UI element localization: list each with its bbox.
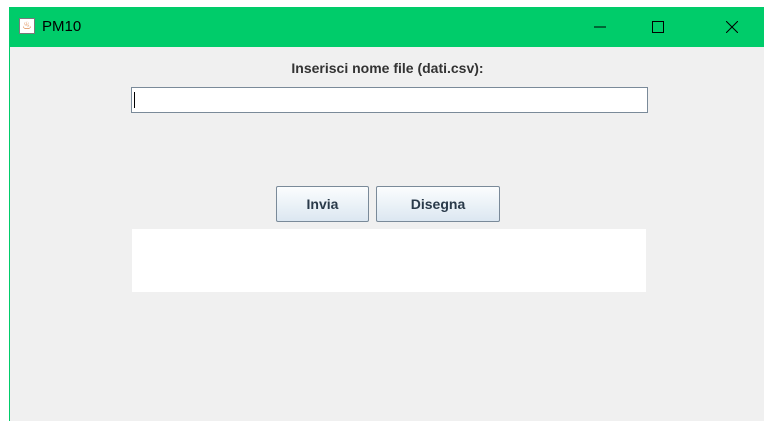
maximize-button[interactable] [635, 7, 681, 47]
text-caret [134, 92, 135, 108]
draw-button[interactable]: Disegna [376, 186, 500, 222]
filename-prompt-label: Inserisci nome file (dati.csv): [291, 60, 484, 76]
close-icon [726, 21, 738, 33]
minimize-button[interactable] [577, 7, 623, 47]
send-button[interactable]: Invia [276, 186, 369, 222]
window-title: PM10 [42, 18, 82, 35]
output-area [132, 229, 646, 292]
filename-input[interactable] [131, 87, 648, 113]
app-window: ♨ PM10 Inserisci nome file (dati.csv): I… [9, 7, 764, 421]
close-button[interactable] [709, 7, 755, 47]
java-cup-icon: ♨ [19, 18, 35, 34]
minimize-icon [594, 26, 606, 28]
title-bar[interactable]: ♨ PM10 [10, 7, 764, 47]
maximize-icon [652, 21, 664, 33]
